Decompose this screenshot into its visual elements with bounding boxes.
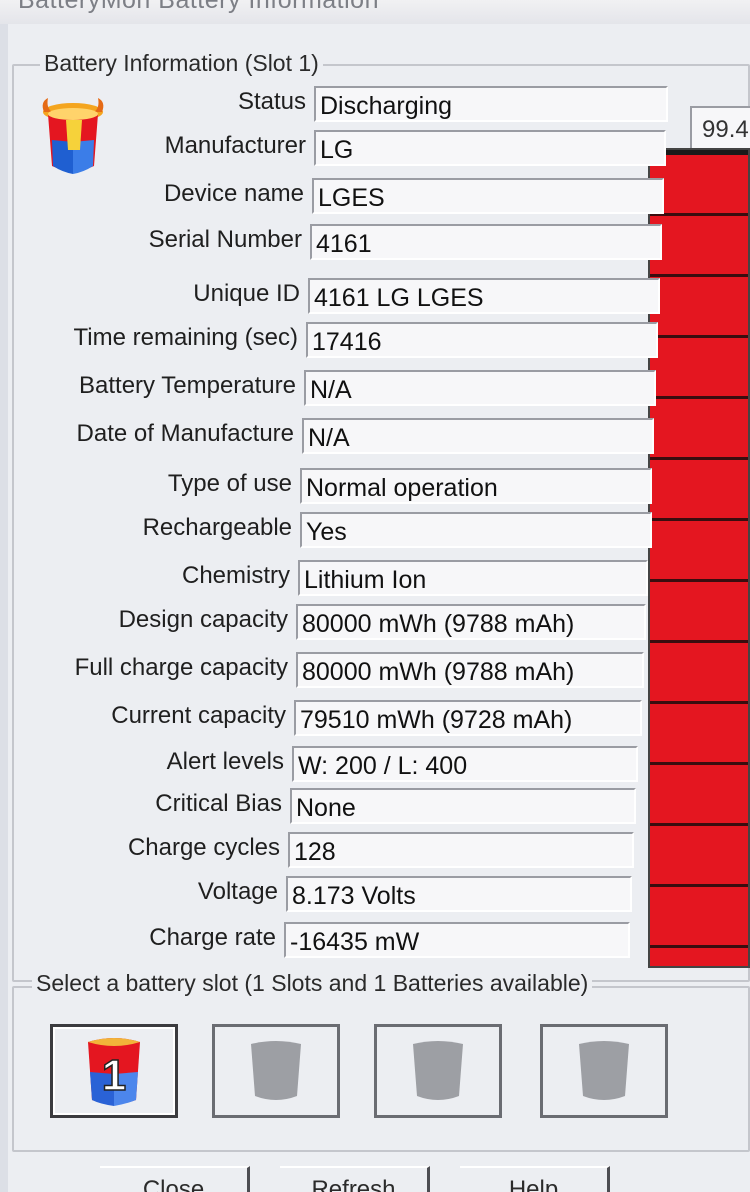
field-row-battery-temperature: Battery Temperature N/A <box>79 370 656 408</box>
field-row-unique-id: Unique ID 4161 LG LGES <box>193 278 660 316</box>
field-value-critical-bias: None <box>290 788 636 824</box>
field-row-manufacturer: Manufacturer LG <box>165 130 666 168</box>
field-value-manufacturer: LG <box>314 130 666 166</box>
battery-slot-3-button[interactable] <box>374 1024 502 1118</box>
field-row-status: Status Discharging <box>238 86 668 124</box>
battery-slot-group-title: Select a battery slot (1 Slots and 1 Bat… <box>32 970 593 997</box>
field-label-time-remaining-sec: Time remaining (sec) <box>73 324 299 351</box>
field-value-time-remaining-sec: 17416 <box>306 322 658 358</box>
battery-slot-1-icon: 1 <box>88 1038 140 1106</box>
battery-info-group-title: Battery Information (Slot 1) <box>40 50 323 77</box>
window-title-bar: BatteryMon Battery Information <box>0 0 750 24</box>
field-row-alert-levels: Alert levels W: 200 / L: 400 <box>167 746 638 784</box>
field-row-time-remaining-sec: Time remaining (sec) 17416 <box>74 322 658 360</box>
field-label-unique-id: Unique ID <box>193 280 300 307</box>
field-value-chemistry: Lithium Ion <box>298 560 648 596</box>
field-value-charge-rate: -16435 mW <box>284 922 630 958</box>
field-label-voltage: Voltage <box>197 878 278 905</box>
field-row-chemistry: Chemistry Lithium Ion <box>182 560 648 598</box>
field-value-charge-cycles: 128 <box>288 832 634 868</box>
battery-slot-1-button[interactable]: 1 <box>50 1024 178 1118</box>
field-row-charge-cycles: Charge cycles 128 <box>128 832 634 870</box>
field-row-rechargeable: Rechargeable Yes <box>143 512 652 550</box>
field-label-critical-bias: Critical Bias <box>155 790 282 817</box>
field-label-status: Status <box>237 88 306 115</box>
field-row-device-name: Device name LGES <box>164 178 664 216</box>
field-value-current-capacity: 79510 mWh (9728 mAh) <box>294 700 642 736</box>
field-value-serial-number: 4161 <box>310 224 662 260</box>
field-label-battery-temperature: Battery Temperature <box>79 372 296 399</box>
field-label-device-name: Device name <box>163 180 304 207</box>
field-value-alert-levels: W: 200 / L: 400 <box>292 746 638 782</box>
empty-battery-slot-icon <box>251 1041 301 1100</box>
field-label-design-capacity: Design capacity <box>118 606 288 633</box>
field-label-type-of-use: Type of use <box>167 470 292 497</box>
field-row-type-of-use: Type of use Normal operation <box>168 468 652 506</box>
field-value-full-charge-capacity: 80000 mWh (9788 mAh) <box>296 652 644 688</box>
field-row-full-charge-capacity: Full charge capacity 80000 mWh (9788 mAh) <box>75 652 644 690</box>
field-label-chemistry: Chemistry <box>181 562 290 589</box>
field-value-status: Discharging <box>314 86 668 122</box>
charge-level-gauge <box>648 148 750 968</box>
field-row-charge-rate: Charge rate -16435 mW <box>149 922 630 960</box>
field-row-design-capacity: Design capacity 80000 mWh (9788 mAh) <box>119 604 646 642</box>
field-value-design-capacity: 80000 mWh (9788 mAh) <box>296 604 646 640</box>
field-label-date-of-manufacture: Date of Manufacture <box>76 420 294 447</box>
field-label-full-charge-capacity: Full charge capacity <box>74 654 288 681</box>
field-label-charge-cycles: Charge cycles <box>127 834 280 861</box>
field-row-current-capacity: Current capacity 79510 mWh (9728 mAh) <box>111 700 642 738</box>
battery-slot-2-button[interactable] <box>212 1024 340 1118</box>
battery-slot-4-button[interactable] <box>540 1024 668 1118</box>
charge-level-fill <box>650 154 748 966</box>
charge-percent-display: 99.4 <box>690 106 750 148</box>
field-label-manufacturer: Manufacturer <box>164 132 306 159</box>
empty-battery-slot-icon <box>413 1041 463 1100</box>
field-label-charge-rate: Charge rate <box>149 924 276 951</box>
field-value-unique-id: 4161 LG LGES <box>308 278 660 314</box>
field-row-serial-number: Serial Number 4161 <box>149 224 662 262</box>
field-value-date-of-manufacture: N/A <box>302 418 654 454</box>
close-button[interactable]: Close <box>100 1166 250 1192</box>
field-label-current-capacity: Current capacity <box>111 702 286 729</box>
field-value-battery-temperature: N/A <box>304 370 656 406</box>
battery-slot-1-number: 1 <box>102 1051 126 1100</box>
field-label-alert-levels: Alert levels <box>166 748 284 775</box>
field-value-type-of-use: Normal operation <box>300 468 652 504</box>
field-row-voltage: Voltage 8.173 Volts <box>198 876 632 914</box>
field-row-date-of-manufacture: Date of Manufacture N/A <box>77 418 654 456</box>
field-label-serial-number: Serial Number <box>148 226 302 253</box>
refresh-button[interactable]: Refresh <box>280 1166 430 1192</box>
empty-battery-slot-icon <box>579 1041 629 1100</box>
help-button[interactable]: Help <box>460 1166 610 1192</box>
field-value-rechargeable: Yes <box>300 512 652 548</box>
field-value-device-name: LGES <box>312 178 664 214</box>
battery-app-icon <box>36 90 110 180</box>
field-value-voltage: 8.173 Volts <box>286 876 632 912</box>
window-title: BatteryMon Battery Information <box>18 0 379 14</box>
field-row-critical-bias: Critical Bias None <box>155 788 636 826</box>
field-label-rechargeable: Rechargeable <box>142 514 292 541</box>
